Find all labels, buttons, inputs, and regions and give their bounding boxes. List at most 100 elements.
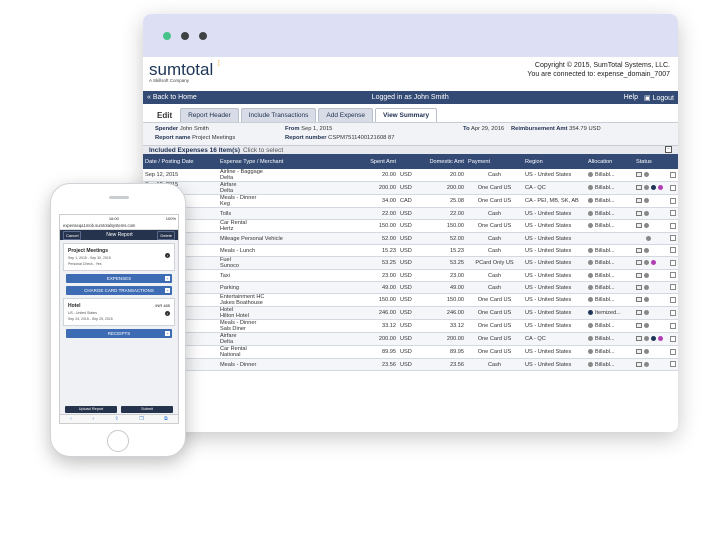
receipt-icon[interactable] <box>636 310 642 316</box>
logout-link[interactable]: ▣ Logout <box>644 94 674 102</box>
column-header[interactable] <box>668 154 678 169</box>
row-checkbox[interactable] <box>670 335 676 342</box>
phone-submit-button[interactable]: Submit <box>121 406 173 413</box>
table-row[interactable]: ep 14, 2015Tolls22.00USD22.00CashUS - Un… <box>143 207 678 220</box>
column-header[interactable]: Spent Amt <box>338 154 398 169</box>
table-row[interactable]: Sep 16, 2015Mileage Personal Vehicle52.0… <box>143 232 678 245</box>
forward-arrow-icon[interactable]: › <box>92 416 94 422</box>
expense-type: Meals - Dinner <box>220 361 257 368</box>
table-row[interactable]: ep 24, 2015Parking49.00USD49.00CashUS - … <box>143 281 678 294</box>
payment: One Card US <box>466 345 523 359</box>
phone-report-card[interactable]: Project Meetings Sep 1, 2015 - Sep 30, 2… <box>63 243 175 271</box>
tab-include-transactions[interactable]: Include Transactions <box>240 108 317 122</box>
phone-hotel-card[interactable]: Hotel US - United States Sep 24, 2015 - … <box>63 298 175 326</box>
column-header[interactable]: Domestic Amt <box>416 154 466 169</box>
receipt-icon[interactable] <box>636 172 642 178</box>
tabs-icon[interactable]: ⧉ <box>164 416 168 422</box>
info-icon[interactable] <box>651 336 656 342</box>
receipt-icon[interactable] <box>636 349 642 355</box>
receipt-icon[interactable] <box>636 323 642 329</box>
phone-upload-button[interactable]: Upload Report <box>65 406 117 413</box>
receipt-icon[interactable] <box>636 297 642 303</box>
column-header[interactable]: Status <box>634 154 668 169</box>
allocation: Billabl... <box>586 345 634 359</box>
row-checkbox[interactable] <box>670 171 676 178</box>
column-header[interactable]: Expense Type / Merchant <box>218 154 338 169</box>
table-row[interactable]: ep 24, 2015ep 24, 2015Meals - DinnerSals… <box>143 319 678 333</box>
receipt-icon[interactable] <box>636 198 642 204</box>
table-row[interactable]: ep 24, 2015Taxi23.00USD23.00CashUS - Uni… <box>143 269 678 282</box>
allocation-value: Billabl... <box>595 198 615 204</box>
row-checkbox[interactable] <box>670 361 676 368</box>
back-to-home-link[interactable]: « Back to Home <box>147 94 197 101</box>
row-checkbox[interactable] <box>670 309 676 316</box>
row-checkbox[interactable] <box>670 322 676 329</box>
table-row[interactable]: Sep 16, 2015Meals - Lunch15.23USD15.23Ca… <box>143 244 678 257</box>
row-checkbox[interactable] <box>670 222 676 229</box>
bookmarks-icon[interactable]: ❐ <box>139 416 143 422</box>
column-header[interactable]: Region <box>523 154 586 169</box>
row-checkbox[interactable] <box>670 296 676 303</box>
phone-cancel-button[interactable]: Cancel <box>63 230 82 240</box>
receipt-icon[interactable] <box>636 210 642 216</box>
row-checkbox[interactable] <box>670 184 676 191</box>
receipt-icon[interactable] <box>636 336 642 342</box>
allocation-dot-icon <box>588 361 593 367</box>
table-row[interactable]: Sep 12, 2015Sep 12, 2015AirfareDelta200.… <box>143 181 678 195</box>
included-expenses-header[interactable]: Included Expenses 16 Item(s) Click to se… <box>143 145 678 154</box>
receipt-icon[interactable] <box>636 260 642 266</box>
type-cell: Hotel Hilton Hotel <box>218 306 338 320</box>
back-arrow-icon[interactable]: ‹ <box>70 416 72 422</box>
column-header[interactable]: Payment <box>466 154 523 169</box>
tab-view-summary[interactable]: View Summary <box>375 108 438 122</box>
column-header[interactable]: Allocation <box>586 154 634 169</box>
phone-charge-card-button[interactable]: CHARGE CARD TRANSACTIONS + <box>66 286 172 295</box>
table-row[interactable]: Sep 24, 2015Sep 24, 2015Car RentalNation… <box>143 345 678 359</box>
status <box>634 169 668 182</box>
row-checkbox[interactable] <box>670 272 676 279</box>
status <box>634 219 668 233</box>
phone-url-bar[interactable]: expenseqa1mob.sumtotalsystems.com <box>60 222 178 230</box>
receipt-icon[interactable] <box>636 272 642 278</box>
type-cell: Meals - Lunch <box>218 244 338 257</box>
table-row[interactable]: Sep 25, 2015Meals - Dinner23.56USD23.56C… <box>143 358 678 371</box>
receipt-icon[interactable] <box>636 284 642 290</box>
table-row[interactable]: ep 18, 2015ep 18, 2015FuelSunoco53.25USD… <box>143 256 678 270</box>
table-row[interactable]: Sep 12, 2015 Airline - Baggage Delta 20.00 U… <box>143 169 678 182</box>
tab-report-header[interactable]: Report Header <box>180 108 239 122</box>
receipt-icon[interactable] <box>636 223 642 229</box>
phone-delete-button[interactable]: Delete <box>157 230 175 240</box>
window-dot-dark-2[interactable] <box>199 31 207 40</box>
row-checkbox[interactable] <box>670 235 676 242</box>
type-cell: Meals - Dinner <box>218 358 338 371</box>
tab-add-expense[interactable]: Add Expense <box>318 108 374 122</box>
window-dot-dark[interactable] <box>181 31 189 40</box>
table-row[interactable]: Sep 24, 2015Sep 24, 2015AirfareDelta200.… <box>143 332 678 346</box>
receipt-icon[interactable] <box>636 185 642 191</box>
column-header[interactable] <box>398 154 416 169</box>
row-checkbox[interactable] <box>670 247 676 254</box>
window-dot-green[interactable] <box>163 31 171 40</box>
receipt-icon[interactable] <box>636 361 642 367</box>
row-checkbox[interactable] <box>670 259 676 266</box>
info-icon[interactable] <box>651 185 656 191</box>
table-row[interactable]: ep 24, 2015ep 24, 2015HotelHilton Hotel2… <box>143 306 678 320</box>
phone-home-button[interactable] <box>107 430 129 452</box>
phone-expenses-button[interactable]: EXPENSES + <box>66 274 172 283</box>
table-row[interactable]: ep 14, 2015ep 13, 2015Car RentalHertz150… <box>143 219 678 233</box>
collapse-icon[interactable]: − <box>665 146 672 153</box>
receipt-icon[interactable] <box>636 247 642 253</box>
row-checkbox[interactable] <box>670 348 676 355</box>
table-row[interactable]: Sep 13, 2015Meals - DinnerKeg34.00CAD25.… <box>143 194 678 208</box>
column-header[interactable]: Date / Posting Date <box>143 154 218 169</box>
row-checkbox[interactable] <box>670 284 676 291</box>
table-row[interactable]: ep 24, 2015ep 24, 2015Entertainment HCJa… <box>143 293 678 307</box>
row-checkbox[interactable] <box>670 197 676 204</box>
tab-edit[interactable]: Edit <box>151 109 179 122</box>
help-link[interactable]: Help <box>624 94 638 102</box>
domestic-amt: 53.25 <box>416 256 466 270</box>
phone-receipts-button[interactable]: RECEIPTS + <box>66 329 172 338</box>
status <box>634 194 668 208</box>
row-checkbox[interactable] <box>670 210 676 217</box>
share-icon[interactable]: ⇧ <box>115 416 119 422</box>
